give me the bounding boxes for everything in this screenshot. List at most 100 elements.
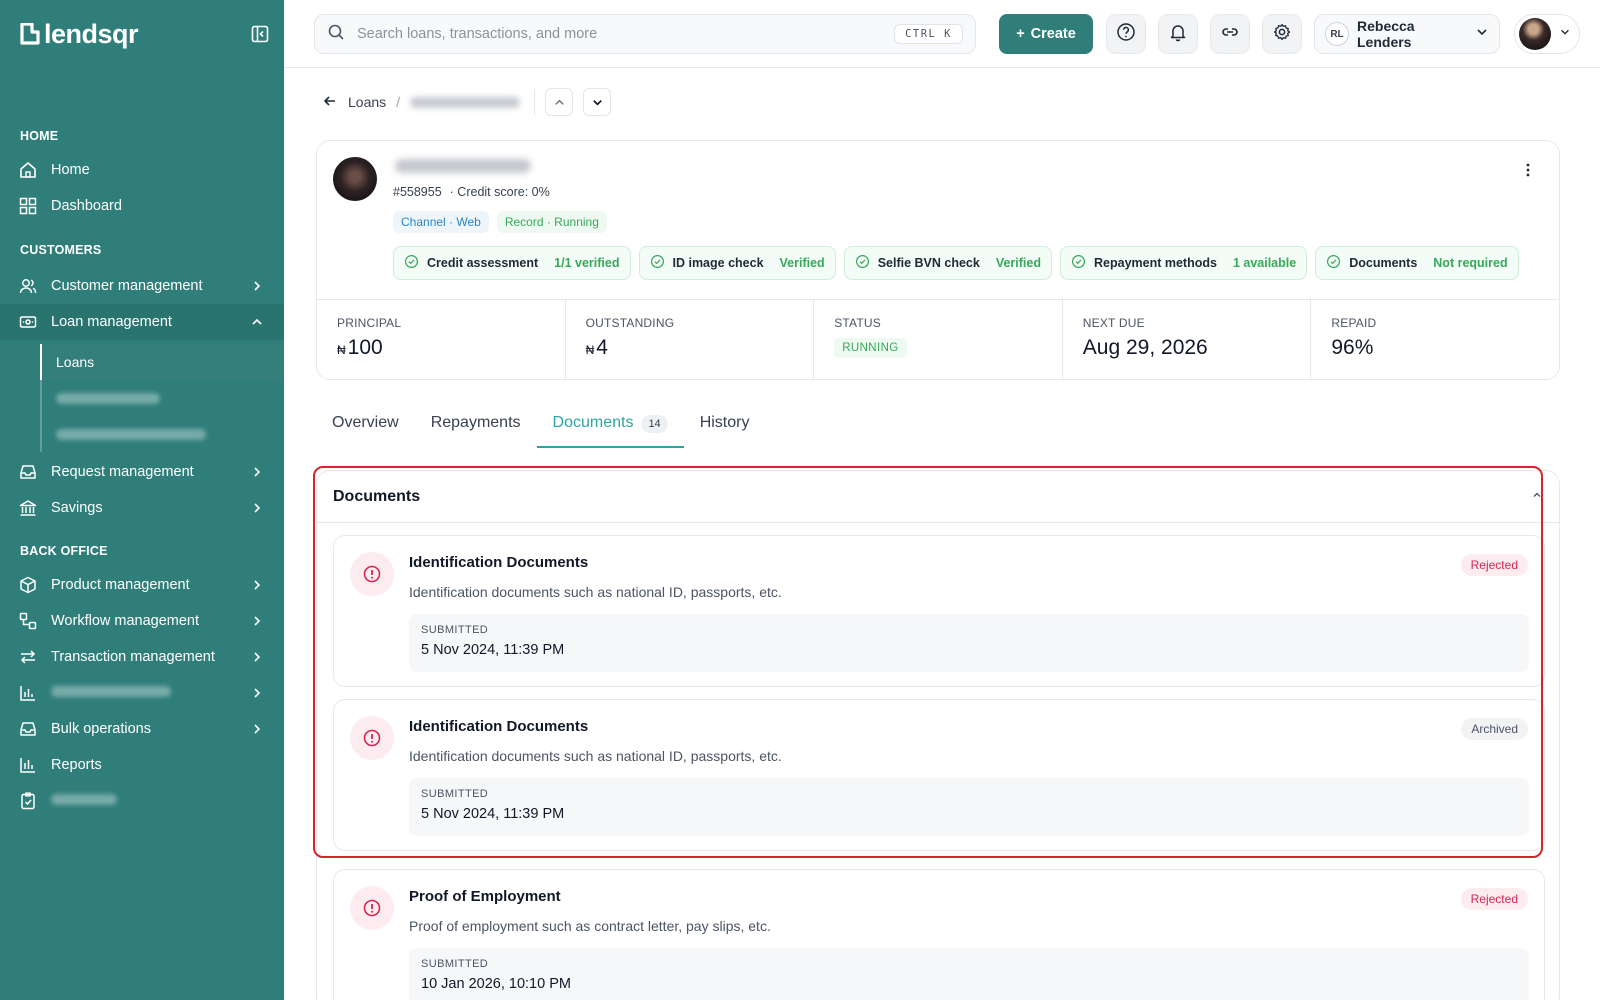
user-name: Rebecca Lenders — [1357, 18, 1415, 50]
search-bar[interactable]: Search loans, transactions, and more CTR… — [314, 14, 976, 54]
submitted-info: SUBMITTED 5 Nov 2024, 11:39 PM — [409, 614, 1529, 672]
alert-circle-icon — [350, 716, 394, 760]
sidebar-item-redacted[interactable] — [0, 675, 284, 711]
tray-icon — [17, 718, 39, 740]
tab-documents[interactable]: Documents 14 — [536, 406, 684, 448]
check-label: Selfie BVN check — [877, 256, 980, 270]
sidebar-item-bulk-operations[interactable]: Bulk operations — [0, 711, 284, 747]
dashboard-icon — [17, 195, 39, 217]
breadcrumb-loans[interactable]: Loans — [348, 94, 386, 110]
stat-value: ₦4 — [586, 336, 794, 360]
chevron-right-icon — [250, 578, 264, 592]
sidebar-item-workflow-management[interactable]: Workflow management — [0, 603, 284, 639]
redacted-customer-name — [395, 159, 531, 173]
document-item[interactable]: Identification Documents Identification … — [333, 535, 1545, 687]
box-icon — [17, 574, 39, 596]
check-credit-assessment[interactable]: Credit assessment 1/1 verified — [393, 246, 631, 280]
sidebar-item-product-management[interactable]: Product management — [0, 567, 284, 603]
submitted-info: SUBMITTED 5 Nov 2024, 11:39 PM — [409, 778, 1529, 836]
link-icon — [1220, 22, 1240, 47]
sidebar-item-request-management[interactable]: Request management — [0, 454, 284, 490]
user-initials: RL — [1325, 22, 1349, 46]
tab-history[interactable]: History — [684, 406, 766, 448]
logo-mark-icon — [20, 23, 40, 45]
sidebar-item-reports[interactable]: Reports — [0, 747, 284, 783]
chevron-up-icon — [250, 315, 264, 329]
logo-text: lendsqr — [44, 18, 139, 49]
sidebar-subitem-redacted[interactable] — [42, 380, 286, 416]
collapse-sidebar-icon[interactable] — [250, 24, 270, 44]
check-selfie-bvn[interactable]: Selfie BVN check Verified — [843, 246, 1052, 280]
sidebar-item-label: Bulk operations — [51, 721, 151, 737]
stat-label: OUTSTANDING — [585, 316, 675, 330]
account-switcher[interactable]: RL Rebecca Lenders — [1314, 14, 1500, 54]
redacted-label — [56, 428, 206, 440]
documents-title: Documents — [333, 487, 421, 505]
search-input[interactable]: Search loans, transactions, and more — [357, 26, 894, 42]
link-button[interactable] — [1210, 14, 1250, 54]
alert-circle-icon — [350, 886, 394, 930]
section-home: HOME — [20, 129, 59, 143]
previous-record-button[interactable] — [545, 88, 574, 116]
check-circle-icon — [855, 254, 870, 272]
chevron-right-icon — [250, 465, 264, 479]
check-status: Verified — [995, 256, 1041, 270]
check-id-image[interactable]: ID image check Verified — [638, 246, 836, 280]
document-title: Identification Documents — [409, 554, 589, 571]
currency-symbol: ₦ — [585, 343, 595, 357]
status-badge: RUNNING — [834, 338, 907, 358]
next-record-button[interactable] — [583, 88, 612, 116]
redacted-label — [51, 793, 264, 809]
check-label: Documents — [1349, 256, 1418, 270]
document-item[interactable]: Identification Documents Identification … — [333, 699, 1545, 851]
breadcrumb: Loans / — [322, 88, 612, 116]
profile-menu[interactable] — [1514, 14, 1580, 54]
settings-button[interactable] — [1262, 14, 1302, 54]
sidebar-item-savings[interactable]: Savings — [0, 490, 284, 526]
sidebar-item-label: Workflow management — [51, 613, 200, 629]
sidebar-item-loan-management[interactable]: Loan management — [0, 304, 284, 340]
check-circle-icon — [1326, 254, 1341, 272]
tab-repayments[interactable]: Repayments — [415, 406, 537, 448]
stat-label: REPAID — [1331, 316, 1377, 330]
sidebar-item-label: Transaction management — [51, 649, 215, 665]
loan-stats: PRINCIPAL ₦100 OUTSTANDING ₦4 STATUS RUN… — [317, 299, 1559, 380]
bank-icon — [17, 497, 39, 519]
sidebar-subitem-loans[interactable]: Loans — [40, 344, 284, 380]
check-circle-icon — [1071, 254, 1086, 272]
check-documents[interactable]: Documents Not required — [1315, 246, 1519, 280]
tab-label: Repayments — [430, 414, 521, 431]
create-button[interactable]: + Create — [999, 14, 1093, 54]
loan-tabs: Overview Repayments Documents 14 History — [316, 406, 765, 448]
credit-score: · Credit score: 0% — [449, 185, 550, 199]
chevron-up-icon[interactable] — [1531, 488, 1543, 506]
clipboard-icon — [17, 790, 39, 812]
stat-label: STATUS — [834, 316, 881, 330]
notifications-button[interactable] — [1158, 14, 1198, 54]
stat-principal: PRINCIPAL ₦100 — [317, 300, 566, 380]
chevron-up-icon — [554, 99, 564, 105]
check-circle-icon — [650, 254, 665, 272]
more-options-button[interactable] — [1519, 161, 1537, 184]
sidebar-item-redacted[interactable] — [0, 783, 284, 819]
sidebar-item-label: Dashboard — [51, 198, 122, 214]
check-status: 1/1 verified — [554, 256, 620, 270]
sidebar-item-dashboard[interactable]: Dashboard — [0, 188, 284, 224]
tab-overview[interactable]: Overview — [316, 406, 415, 448]
loan-id: #558955 — [393, 185, 442, 199]
keyboard-shortcut: CTRL K — [894, 24, 963, 44]
logo[interactable]: lendsqr — [20, 18, 139, 50]
cash-icon — [17, 311, 39, 333]
sidebar-item-customer-management[interactable]: Customer management — [0, 268, 284, 304]
submitted-label: SUBMITTED — [421, 624, 489, 636]
back-arrow-icon[interactable] — [322, 93, 338, 112]
sidebar-item-home[interactable]: Home — [0, 152, 284, 188]
sidebar-subitem-redacted[interactable] — [42, 416, 286, 452]
document-item[interactable]: Proof of Employment Proof of employment … — [333, 869, 1545, 1000]
documents-header[interactable]: Documents — [317, 471, 1559, 523]
sidebar-item-transaction-management[interactable]: Transaction management — [0, 639, 284, 675]
customer-avatar — [333, 157, 377, 201]
check-repayment-methods[interactable]: Repayment methods 1 available — [1060, 246, 1308, 280]
avatar — [1519, 18, 1551, 50]
help-button[interactable] — [1106, 14, 1146, 54]
